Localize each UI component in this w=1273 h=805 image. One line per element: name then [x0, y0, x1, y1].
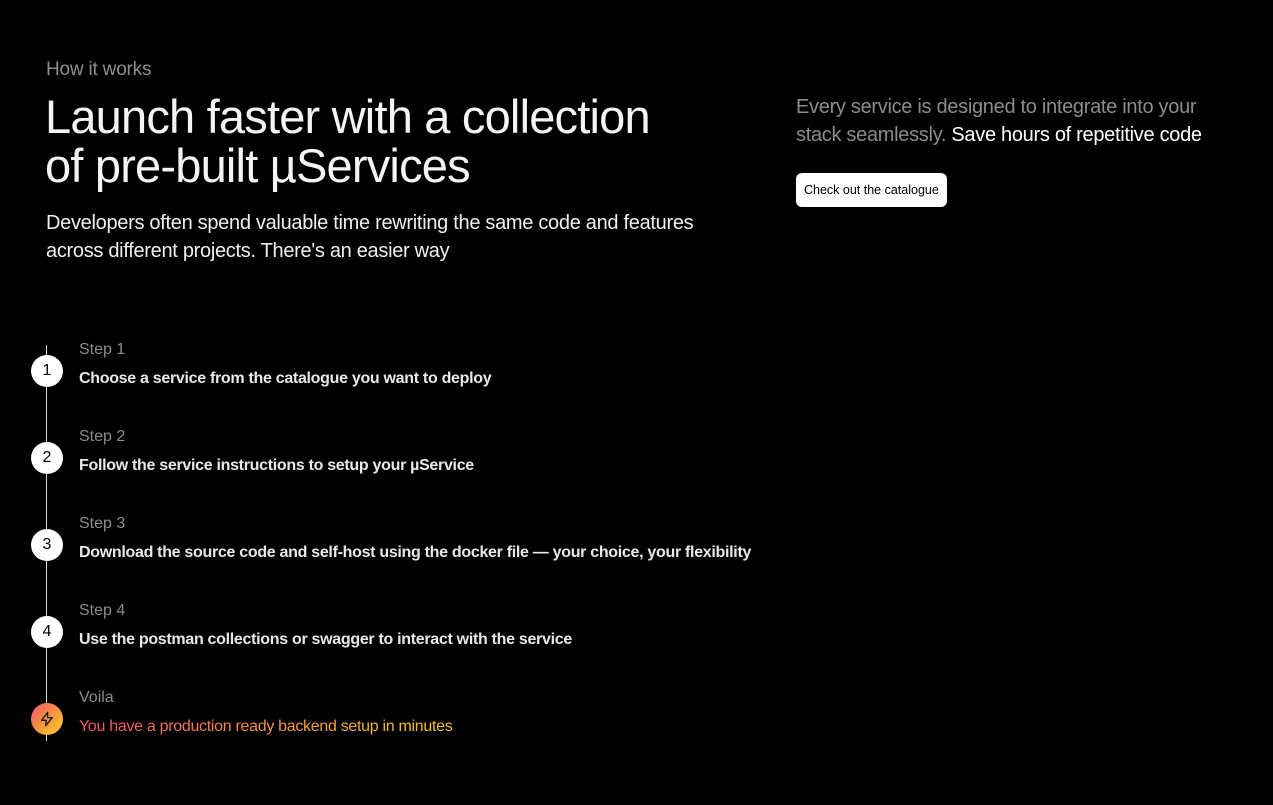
step-number-badge: 2 — [31, 442, 63, 474]
title-line-1: Launch faster with a collection — [45, 90, 651, 143]
intro-line-1: Developers often spend valuable time rew… — [46, 212, 694, 234]
step-item-2: 2 Step 2 Follow the service instructions… — [0, 428, 800, 488]
aside-description: Every service is designed to integrate i… — [796, 93, 1246, 149]
step-description: Follow the service instructions to setup… — [79, 457, 474, 474]
step-description: Choose a service from the catalogue you … — [79, 370, 492, 387]
step-number-badge: 3 — [31, 529, 63, 561]
title-line-2: of pre-built µServices — [45, 139, 471, 192]
aside-highlight: Save hours of repetitive code — [951, 124, 1202, 146]
step-description: Download the source code and self-host u… — [79, 544, 752, 561]
intro-text: Developers often spend valuable time rew… — [46, 209, 746, 265]
page-title: Launch faster with a collection of pre-b… — [45, 92, 765, 190]
step-label: Step 1 — [79, 341, 126, 358]
step-number-badge: 4 — [31, 616, 63, 648]
step-item-1: 1 Step 1 Choose a service from the catal… — [0, 341, 800, 401]
step-description: Use the postman collections or swagger t… — [79, 631, 572, 648]
check-out-catalogue-button[interactable]: Check out the catalogue — [796, 173, 947, 207]
lightning-bolt-icon — [31, 703, 63, 735]
step-item-4: 4 Step 4 Use the postman collections or … — [0, 602, 800, 662]
step-number-badge: 1 — [31, 355, 63, 387]
step-description-highlight: You have a production ready backend setu… — [79, 718, 453, 735]
step-label: Step 2 — [79, 428, 126, 445]
step-item-3: 3 Step 3 Download the source code and se… — [0, 515, 800, 575]
step-label: Voila — [79, 689, 114, 706]
step-label: Step 3 — [79, 515, 126, 532]
step-item-voila: Voila You have a production ready backen… — [0, 689, 800, 749]
intro-line-2: across different projects. There's an ea… — [46, 240, 450, 262]
aside-muted-line-2: stack seamlessly. — [796, 124, 947, 146]
step-label: Step 4 — [79, 602, 126, 619]
section-eyebrow: How it works — [46, 59, 152, 80]
aside-muted-line-1: Every service is designed to integrate i… — [796, 96, 1197, 118]
